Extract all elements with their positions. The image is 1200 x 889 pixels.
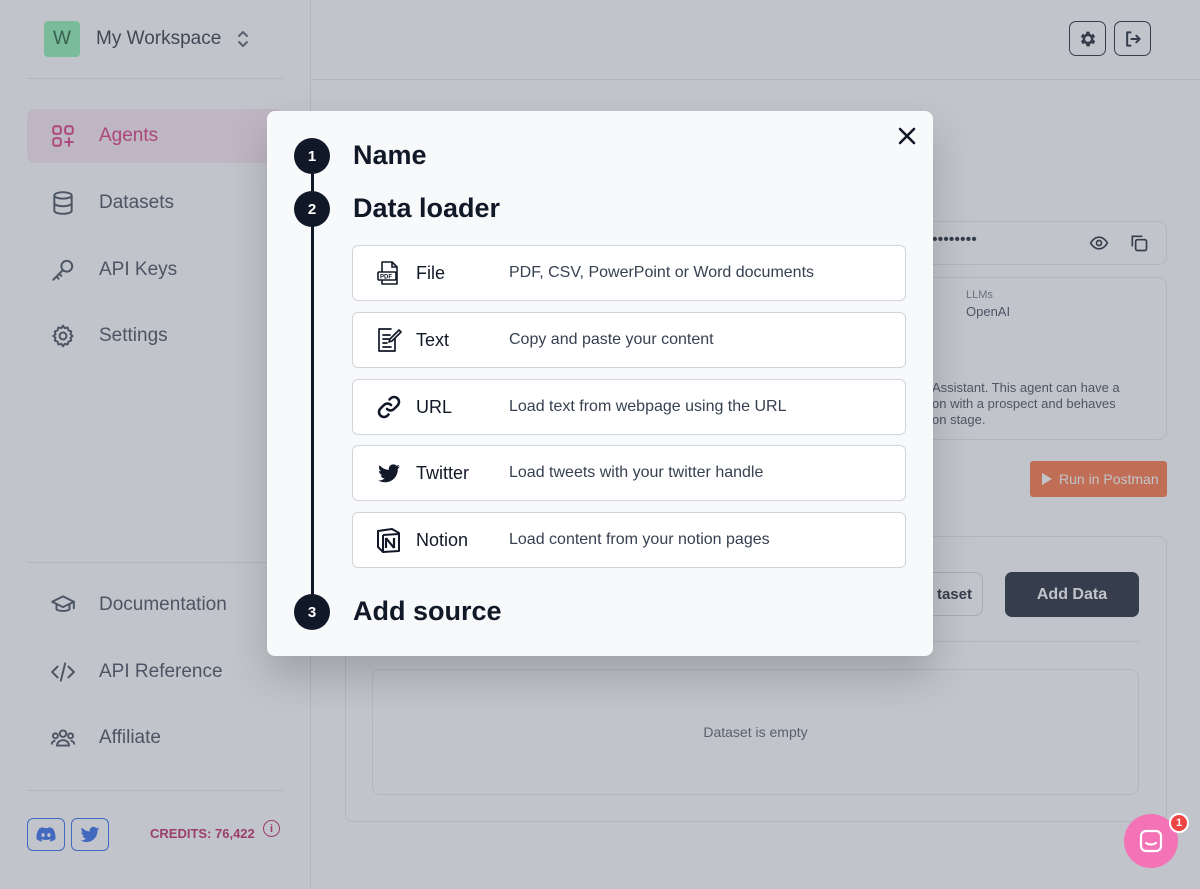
pdf-file-icon: PDF <box>375 259 403 287</box>
loader-description: Copy and paste your content <box>509 331 714 348</box>
loader-description: Load content from your notion pages <box>509 531 770 548</box>
loader-name: Text <box>416 329 450 350</box>
loader-description: Load text from webpage using the URL <box>509 398 787 415</box>
loader-option-twitter[interactable]: Twitter Load tweets with your twitter ha… <box>352 445 906 501</box>
edit-document-icon <box>375 326 403 354</box>
loader-description: Load tweets with your twitter handle <box>509 464 764 481</box>
loader-name: File <box>416 262 446 283</box>
link-icon <box>375 393 403 421</box>
notification-badge: 1 <box>1169 813 1189 833</box>
loader-name: URL <box>416 396 453 417</box>
step-number: 2 <box>294 191 330 227</box>
close-icon[interactable] <box>895 124 919 148</box>
create-agent-modal: 1 Name 2 Data loader PDF File PDF, CSV, … <box>267 111 933 656</box>
svg-text:PDF: PDF <box>380 275 392 281</box>
loader-option-notion[interactable]: Notion Load content from your notion pag… <box>352 512 906 568</box>
step-title: Name <box>353 140 427 170</box>
loader-description: PDF, CSV, PowerPoint or Word documents <box>509 264 815 281</box>
step-number: 1 <box>294 138 330 174</box>
step-number: 3 <box>294 594 330 630</box>
loader-option-url[interactable]: URL Load text from webpage using the URL <box>352 379 906 435</box>
notion-icon <box>375 526 403 554</box>
twitter-icon <box>375 459 403 487</box>
step-title: Data loader <box>353 193 501 223</box>
step-title: Add source <box>353 596 502 626</box>
loader-option-file[interactable]: PDF File PDF, CSV, PowerPoint or Word do… <box>352 245 906 301</box>
loader-name: Notion <box>416 529 469 550</box>
chat-icon <box>1139 829 1163 853</box>
loader-name: Twitter <box>416 462 470 483</box>
loader-option-text[interactable]: Text Copy and paste your content <box>352 312 906 368</box>
